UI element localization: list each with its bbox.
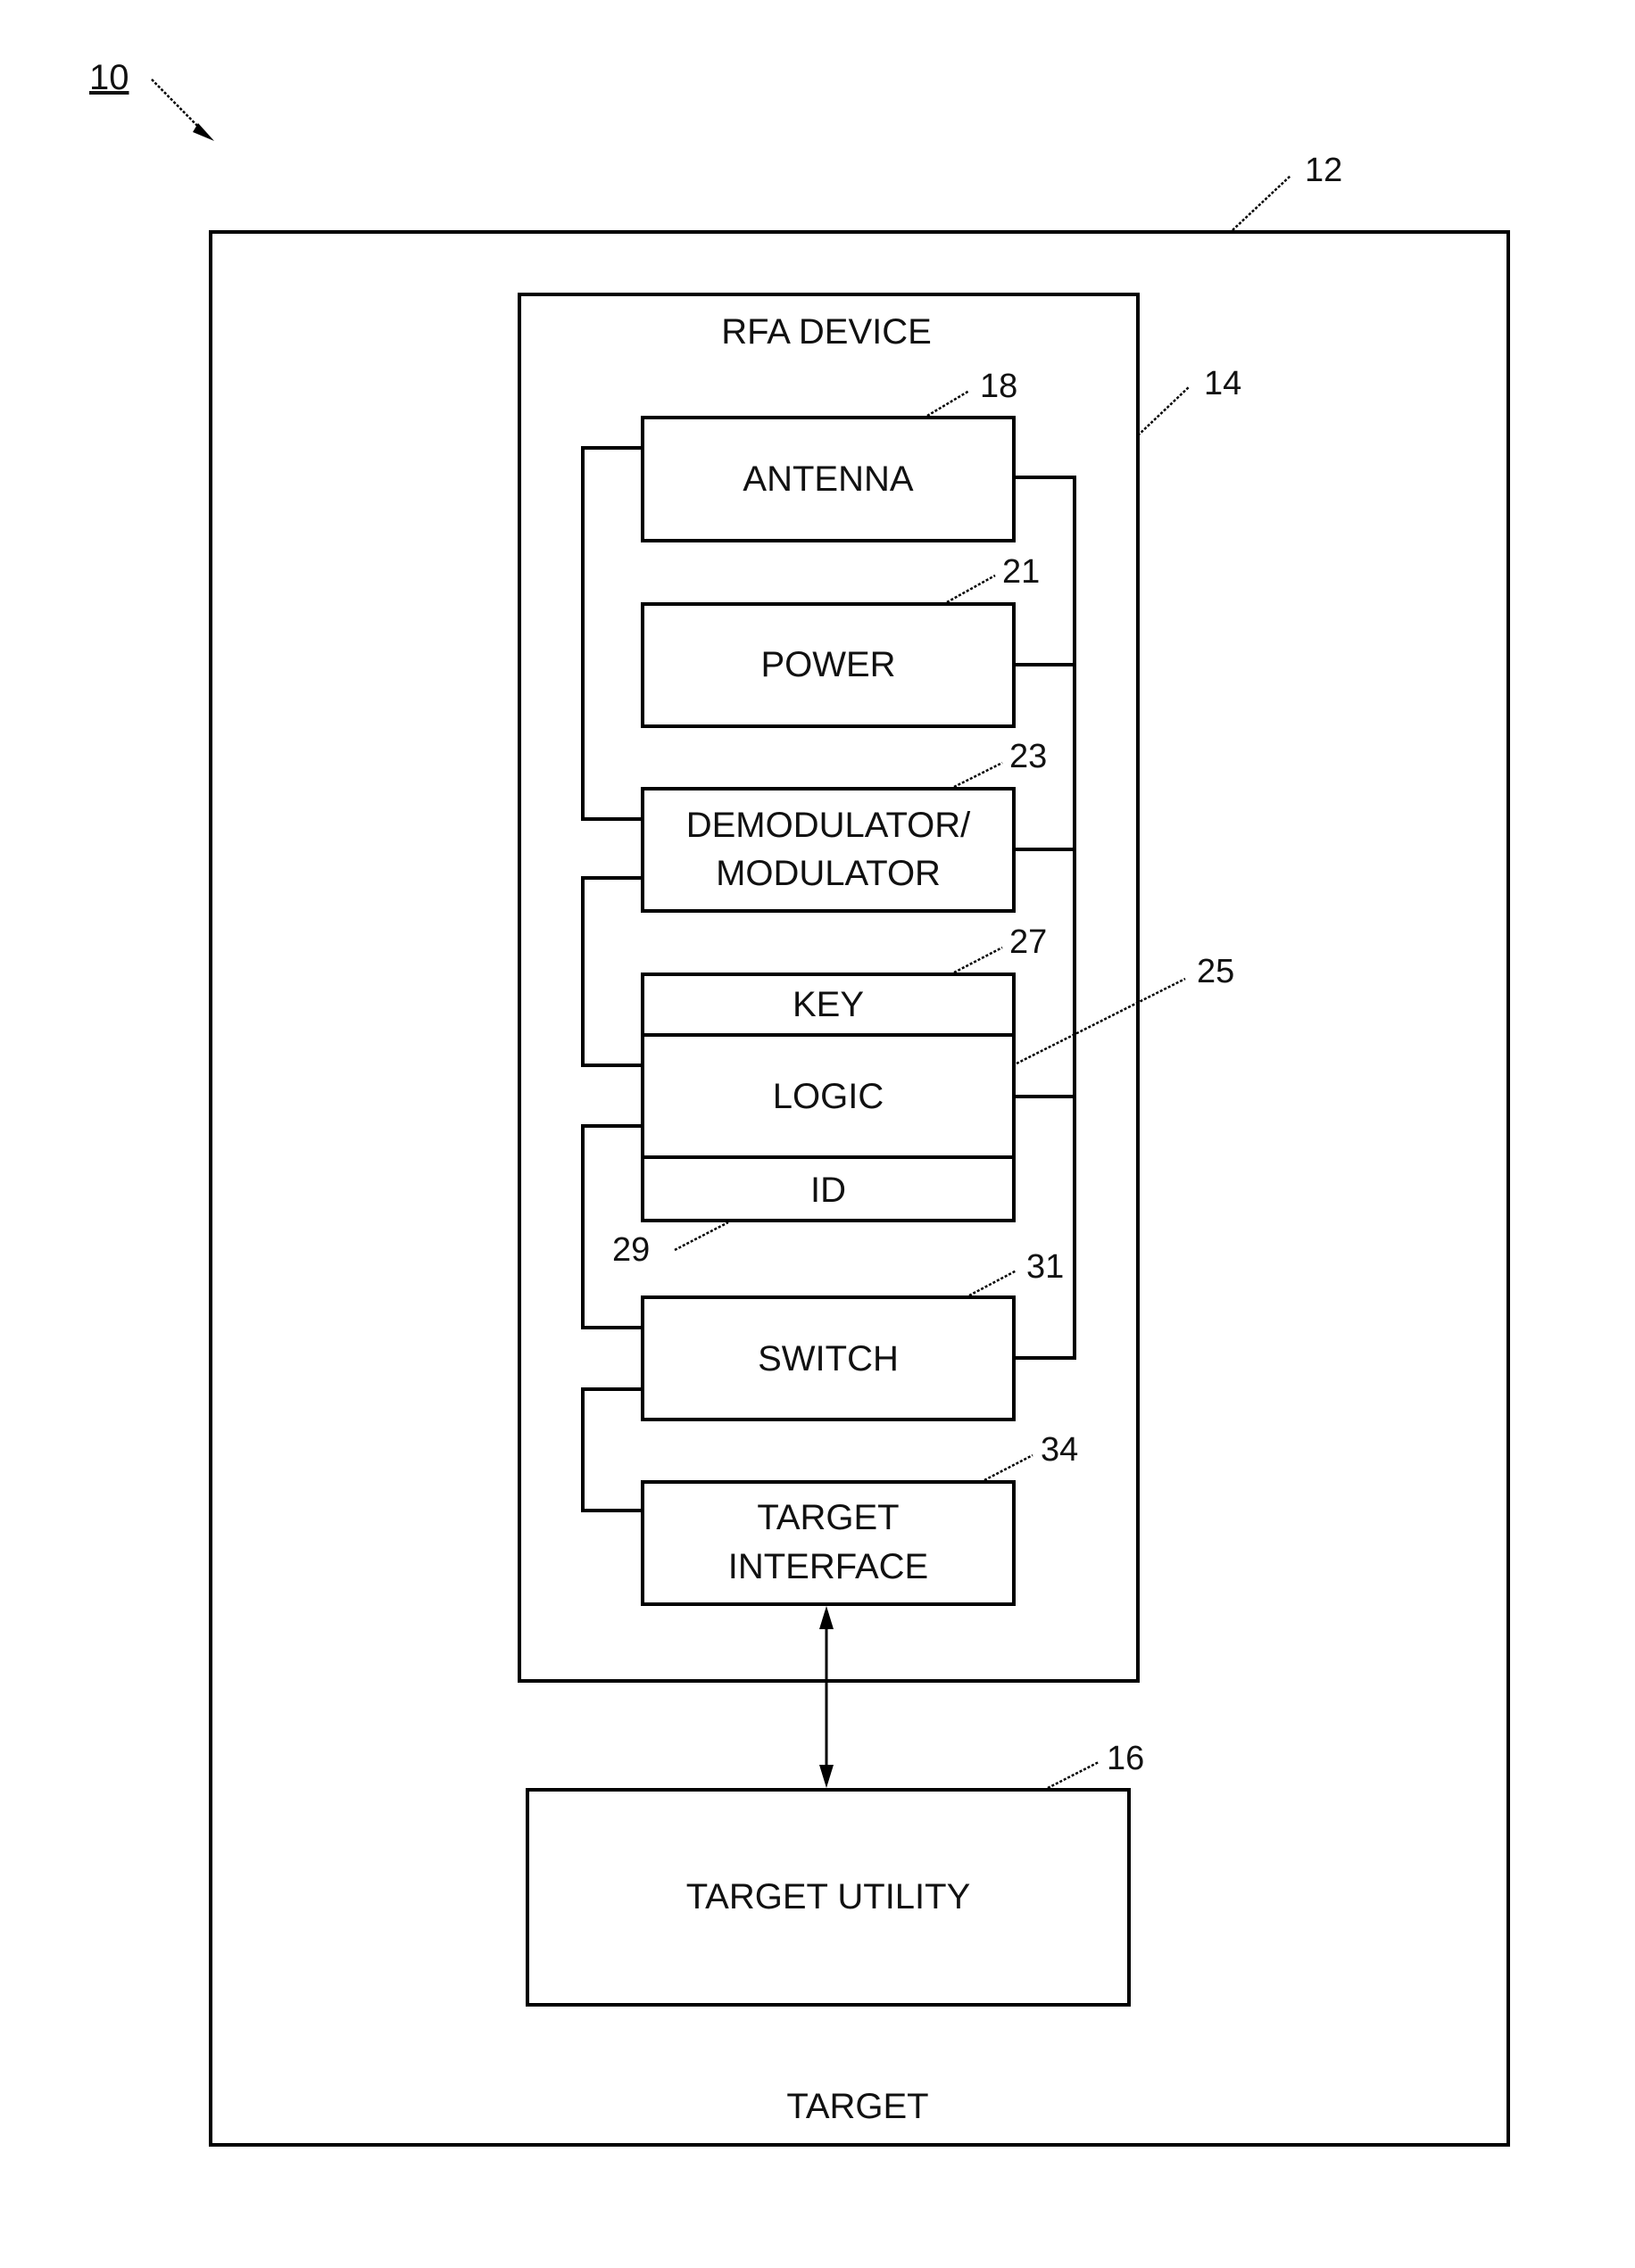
target-interface-ref-label: 34: [1041, 1431, 1078, 1469]
target-interface-block: TARGET INTERFACE: [641, 1480, 1016, 1606]
id-ref-label: 29: [612, 1231, 650, 1269]
target-utility-block: TARGET UTILITY: [526, 1788, 1131, 2007]
power-ref-label: 21: [1002, 553, 1040, 591]
logic-label: LOGIC: [773, 1077, 884, 1116]
target-utility-ref-label: 16: [1107, 1740, 1144, 1777]
demodulator-label-line2: MODULATOR: [716, 854, 941, 893]
target-utility-label: TARGET UTILITY: [686, 1877, 971, 1916]
switch-block: SWITCH: [641, 1295, 1016, 1421]
system-reference-arrow: [151, 79, 214, 141]
target-ref-label: 12: [1305, 152, 1342, 189]
system-reference-label: 10: [89, 58, 129, 97]
key-ref-label: 27: [1009, 923, 1047, 961]
id-label: ID: [810, 1171, 846, 1210]
demodulator-modulator-block: DEMODULATOR/ MODULATOR: [641, 787, 1016, 913]
power-block: POWER: [641, 602, 1016, 728]
rfa-system-diagram: 10 12 TARGET RFA DEVICE 14 ANTENNA 18 PO…: [89, 58, 1510, 2147]
power-label: POWER: [760, 645, 895, 684]
target-interface-label-line1: TARGET: [757, 1498, 899, 1537]
antenna-block: ANTENNA: [641, 416, 1016, 542]
demodulator-ref-label: 23: [1009, 738, 1047, 775]
switch-label: SWITCH: [758, 1339, 899, 1378]
demodulator-label-line1: DEMODULATOR/: [686, 806, 971, 845]
logic-ref-label: 25: [1197, 953, 1234, 990]
target-ref-leader: [1232, 175, 1291, 231]
logic-block: KEY LOGIC ID: [641, 973, 1016, 1222]
antenna-ref-label: 18: [980, 368, 1017, 405]
target-label: TARGET: [786, 2087, 928, 2126]
rfa-device-label: RFA DEVICE: [721, 312, 932, 352]
rfa-device-ref-label: 14: [1204, 365, 1241, 402]
target-interface-label-line2: INTERFACE: [728, 1547, 928, 1586]
antenna-label: ANTENNA: [743, 459, 913, 499]
key-label: KEY: [793, 985, 864, 1024]
switch-ref-label: 31: [1026, 1248, 1064, 1286]
